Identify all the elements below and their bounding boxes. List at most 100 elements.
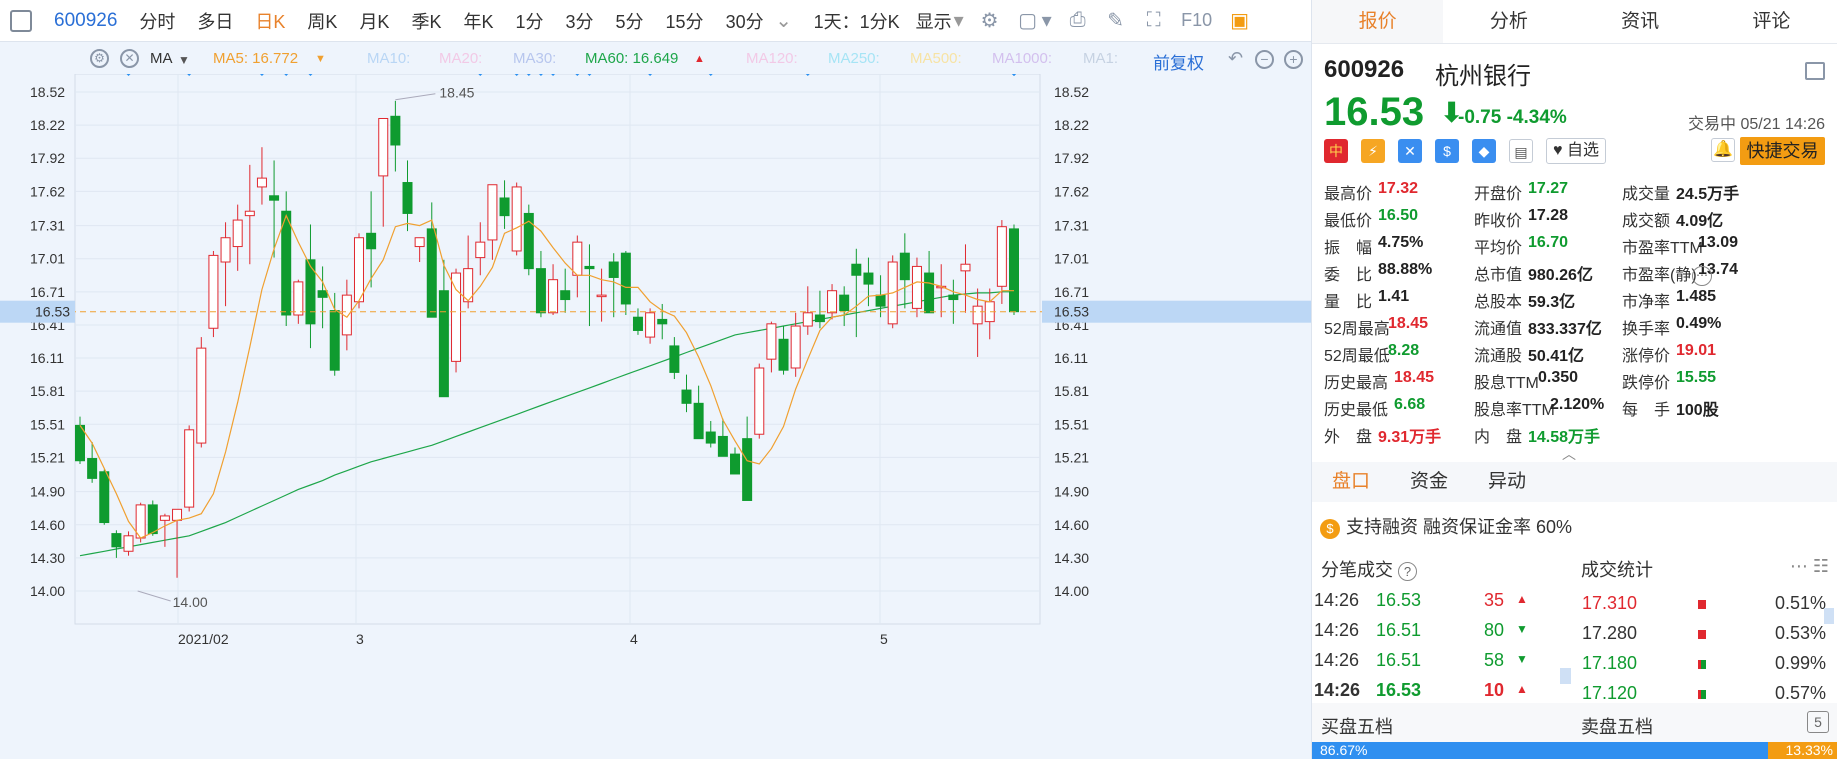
volume-stat-row: 17.120 0.57% [1580, 679, 1830, 702]
caret-down-icon[interactable]: ▾ [954, 8, 964, 33]
right-panel-toggle-icon[interactable]: ▣ [1228, 8, 1252, 33]
camera-icon[interactable]: ⎙ [1066, 9, 1090, 32]
tab-comments[interactable]: 评论 [1706, 0, 1837, 43]
period-tab-11[interactable]: 30分 [726, 8, 764, 34]
layout-icon[interactable] [1805, 62, 1825, 80]
stat-label: 成交额 [1622, 213, 1671, 230]
indicator-settings-icon[interactable]: ⚙ [90, 49, 109, 68]
stat-label: 市净率 [1622, 294, 1671, 311]
y-tick-label-right: 16.71 [1054, 284, 1089, 300]
tab-analysis[interactable]: 分析 [1443, 0, 1574, 43]
change-percent: -4.34% [1506, 107, 1567, 128]
stat-value: 59.3亿 [1528, 294, 1576, 311]
five-level-icon[interactable]: 5 [1807, 711, 1829, 733]
volume-stat-percent: 0.57% [1774, 683, 1826, 702]
period-tab-10[interactable]: 15分 [666, 8, 704, 34]
zoom-in-icon[interactable]: + [1284, 50, 1303, 69]
document-icon[interactable]: ▤ [1509, 139, 1533, 163]
adjust-mode-button[interactable]: 前复权 [1153, 49, 1204, 74]
dollar-icon[interactable]: $ [1435, 139, 1459, 163]
stat-label: 换手率 [1622, 321, 1671, 338]
candle-body [111, 533, 122, 548]
multi-period-select[interactable]: 1天：1分K [814, 8, 900, 34]
period-tab-7[interactable]: 1分 [515, 8, 543, 34]
tab-anomaly[interactable]: 异动 [1468, 462, 1546, 502]
quote-code: 600926 [1324, 56, 1405, 83]
ma120-label: MA120: [746, 50, 798, 67]
tab-quote[interactable]: 报价 [1312, 0, 1444, 43]
ma60-value: MA60: 16.649 [585, 50, 679, 67]
tag-icon[interactable]: ◆ [1472, 139, 1496, 163]
ma-type-caret-icon[interactable]: ▼ [178, 53, 190, 67]
stat-value: 17.32 [1378, 180, 1419, 197]
stat-label: 每 手 [1622, 402, 1671, 419]
draw-pen-icon[interactable]: ✎ [1104, 8, 1128, 33]
close-indicator-icon[interactable]: ✕ [120, 49, 139, 68]
stat-value: 16.50 [1378, 207, 1419, 224]
y-tick-label-left: 18.52 [30, 84, 65, 100]
alert-bell-icon[interactable]: 🔔 [1711, 138, 1735, 162]
help-icon[interactable]: ? [1398, 562, 1418, 581]
period-tab-8[interactable]: 3分 [566, 8, 594, 34]
period-tab-1[interactable]: 多日 [197, 8, 233, 34]
reset-icon[interactable]: ↶ [1228, 48, 1243, 69]
volume-stat-bar [1698, 630, 1706, 639]
stat-value: 100股 [1676, 402, 1719, 419]
y-tick-label-left: 16.11 [30, 350, 64, 366]
zoom-out-icon[interactable]: − [1255, 50, 1274, 69]
f10-button[interactable]: F10 [1180, 10, 1214, 31]
trade-row: 14:26 16.51 80 ▼ [1312, 614, 1562, 644]
display-menu[interactable]: 显示 [916, 8, 952, 34]
shuffle-icon[interactable]: ✕ [1398, 139, 1422, 163]
chevron-down-icon[interactable]: ⌄ [772, 8, 796, 33]
period-tab-6[interactable]: 年K [463, 8, 493, 34]
candle-body [754, 367, 765, 435]
margin-info: $ 支持融资 融资保证金率 60% [1320, 513, 1572, 539]
lightning-icon[interactable]: ⚡ [1361, 139, 1385, 163]
period-tab-5[interactable]: 季K [411, 8, 441, 34]
stat-label: 跌停价 [1622, 375, 1671, 392]
candle-body [657, 318, 668, 325]
settings-gear-icon[interactable]: ⚙ [978, 8, 1002, 33]
candle-body [499, 197, 510, 217]
sidebar-toggle-icon[interactable] [10, 9, 32, 32]
more-info-icon[interactable]: ⋯ [1692, 266, 1712, 286]
y-tick-label-left: 15.21 [30, 449, 65, 465]
china-flag-icon[interactable]: 中 [1324, 139, 1348, 163]
period-tab-4[interactable]: 月K [359, 8, 389, 34]
add-watchlist-button[interactable]: ♥ 自选 [1546, 138, 1606, 164]
collapse-chevron-icon[interactable]: ︿ [1562, 444, 1576, 464]
trades-scrollbar[interactable] [1560, 668, 1571, 684]
period-tab-9[interactable]: 5分 [616, 8, 644, 34]
stats-scrollbar[interactable] [1824, 608, 1834, 624]
candle-body [730, 453, 741, 475]
tab-capital[interactable]: 资金 [1390, 462, 1468, 502]
y-tick-label-right: 15.51 [1054, 416, 1089, 432]
stat-value: 0.350 [1538, 369, 1579, 386]
stat-label: 52周最低 [1324, 348, 1390, 365]
stat-value: 4.75% [1378, 234, 1424, 251]
list-options-icon[interactable]: ⋯ ☷ [1790, 556, 1829, 577]
kline-chart[interactable]: 18.52 18.52 18.22 18.22 17.92 17.92 17.62 17.62… [0, 74, 1311, 759]
tab-news[interactable]: 资讯 [1575, 0, 1706, 43]
stats-row: 量 比 1.41 总股本 59.3亿 市净率 1.485 [1324, 288, 1829, 315]
stat-label: 市盈率TTM [1622, 240, 1703, 257]
quick-trade-button[interactable]: 快捷交易 [1740, 137, 1825, 165]
candle-body [123, 535, 134, 552]
candle-body [99, 471, 110, 524]
tab-orderbook[interactable]: 盘口 [1312, 462, 1390, 502]
trade-row: 14:26 16.53 35 ▲ [1312, 584, 1562, 614]
period-tab-2[interactable]: 日K [255, 8, 285, 34]
stats-row: 委 比 88.88% 总市值 980.26亿 市盈率(静) 13.74 [1324, 261, 1829, 288]
period-tab-0[interactable]: 分时 [139, 8, 175, 34]
trade-p: 16.51 [1376, 650, 1422, 670]
ma-type-label[interactable]: MA [150, 50, 173, 67]
period-tab-3[interactable]: 周K [307, 8, 337, 34]
fullscreen-icon[interactable]: ⛶ [1142, 9, 1166, 32]
stat-label: 市盈率(静) [1622, 267, 1697, 284]
compare-square-icon[interactable]: ▢ [1016, 8, 1040, 33]
stat-label: 历史最低 [1324, 402, 1389, 419]
quote-panel: 报价 分析 资讯 评论 600926 杭州银行 16.53 ⬇ -0.75 -4… [1311, 0, 1837, 759]
volume-stat-percent: 0.51% [1774, 593, 1826, 613]
caret-down-icon-2[interactable]: ▾ [1042, 8, 1052, 33]
